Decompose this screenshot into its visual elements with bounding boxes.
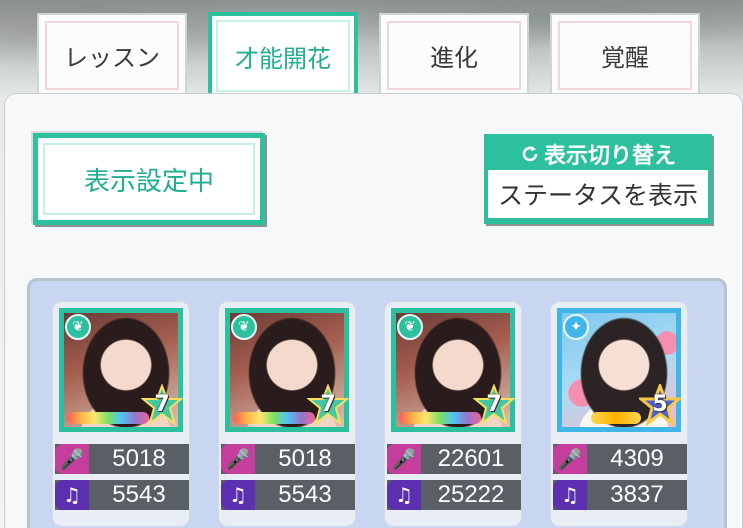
- tab-evolution-label: 進化: [430, 44, 478, 72]
- rarity-star-icon: 7: [306, 383, 350, 426]
- vocal-value: 5018: [278, 445, 332, 472]
- microphone-icon: 🎤: [387, 444, 421, 474]
- rarity-number: 7: [486, 392, 502, 417]
- dance-value: 3837: [610, 481, 664, 508]
- tab-lesson[interactable]: レッスン: [37, 13, 187, 98]
- display-toggle-button[interactable]: 表示切り替え ステータスを表示: [484, 134, 712, 224]
- tab-awakening[interactable]: 覚醒: [550, 13, 700, 98]
- rank-bar: [233, 412, 315, 424]
- member-card[interactable]: ❦ 7 🎤 5018 ♫ 5543: [218, 301, 356, 527]
- tab-talent-bloom-label: 才能開花: [235, 44, 331, 73]
- member-card[interactable]: ❦ 7 🎤 22601 ♫ 25222: [384, 301, 522, 527]
- dance-stat: ♫ 5543: [55, 480, 189, 510]
- tab-awakening-label: 覚醒: [601, 44, 649, 72]
- rarity-star-icon: 5: [636, 381, 684, 427]
- leaf-icon: ❦: [231, 314, 257, 340]
- vocal-value: 4309: [610, 445, 664, 472]
- display-setting-button[interactable]: 表示設定中: [33, 133, 265, 225]
- microphone-icon: 🎤: [55, 444, 89, 474]
- vocal-stat: 🎤 5018: [55, 444, 189, 474]
- rank-bar: [67, 412, 149, 424]
- display-setting-label: 表示設定中: [83, 166, 214, 197]
- rarity-number: 7: [154, 392, 170, 417]
- rank-bar: [399, 412, 481, 424]
- rarity-star-icon: 7: [140, 383, 184, 426]
- vocal-stat: 🎤 4309: [553, 444, 687, 474]
- toggle-body: ステータスを表示: [488, 170, 708, 218]
- sparkle-icon: ✦: [563, 314, 589, 340]
- rank-bar: [591, 412, 641, 424]
- leaf-icon: ❦: [397, 314, 423, 340]
- vocal-value: 22601: [437, 445, 505, 472]
- tab-evolution[interactable]: 進化: [379, 13, 529, 98]
- toggle-header-label: 表示切り替え: [543, 144, 676, 169]
- rarity-number: 5: [652, 392, 668, 417]
- dance-stat: ♫ 3837: [553, 480, 687, 510]
- tab-lesson-label: レッスン: [64, 44, 160, 72]
- music-note-icon: ♫: [553, 480, 587, 510]
- microphone-icon: 🎤: [553, 444, 587, 474]
- vocal-stat: 🎤 22601: [387, 444, 521, 474]
- vocal-stat: 🎤 5018: [221, 444, 355, 474]
- toggle-header: 表示切り替え: [488, 138, 708, 170]
- member-card[interactable]: ❦ 7 🎤 5018 ♫ 5543: [52, 301, 190, 527]
- dance-stat: ♫ 25222: [387, 480, 521, 510]
- music-note-icon: ♫: [221, 480, 255, 510]
- toggle-body-label: ステータスを表示: [497, 181, 698, 210]
- leaf-icon: ❦: [65, 314, 91, 340]
- dance-value: 25222: [437, 481, 505, 508]
- microphone-icon: 🎤: [221, 444, 255, 474]
- vocal-value: 5018: [112, 445, 166, 472]
- music-note-icon: ♫: [387, 480, 421, 510]
- rarity-number: 7: [320, 392, 336, 417]
- dance-value: 5543: [112, 481, 166, 508]
- tab-talent-bloom[interactable]: 才能開花: [208, 12, 358, 100]
- rarity-star-icon: 7: [472, 383, 516, 426]
- dance-stat: ♫ 5543: [221, 480, 355, 510]
- dance-value: 5543: [278, 481, 332, 508]
- refresh-icon: [522, 146, 538, 162]
- music-note-icon: ♫: [55, 480, 89, 510]
- member-card[interactable]: ✦ 5 🎤 4309 ♫ 3837: [550, 301, 688, 527]
